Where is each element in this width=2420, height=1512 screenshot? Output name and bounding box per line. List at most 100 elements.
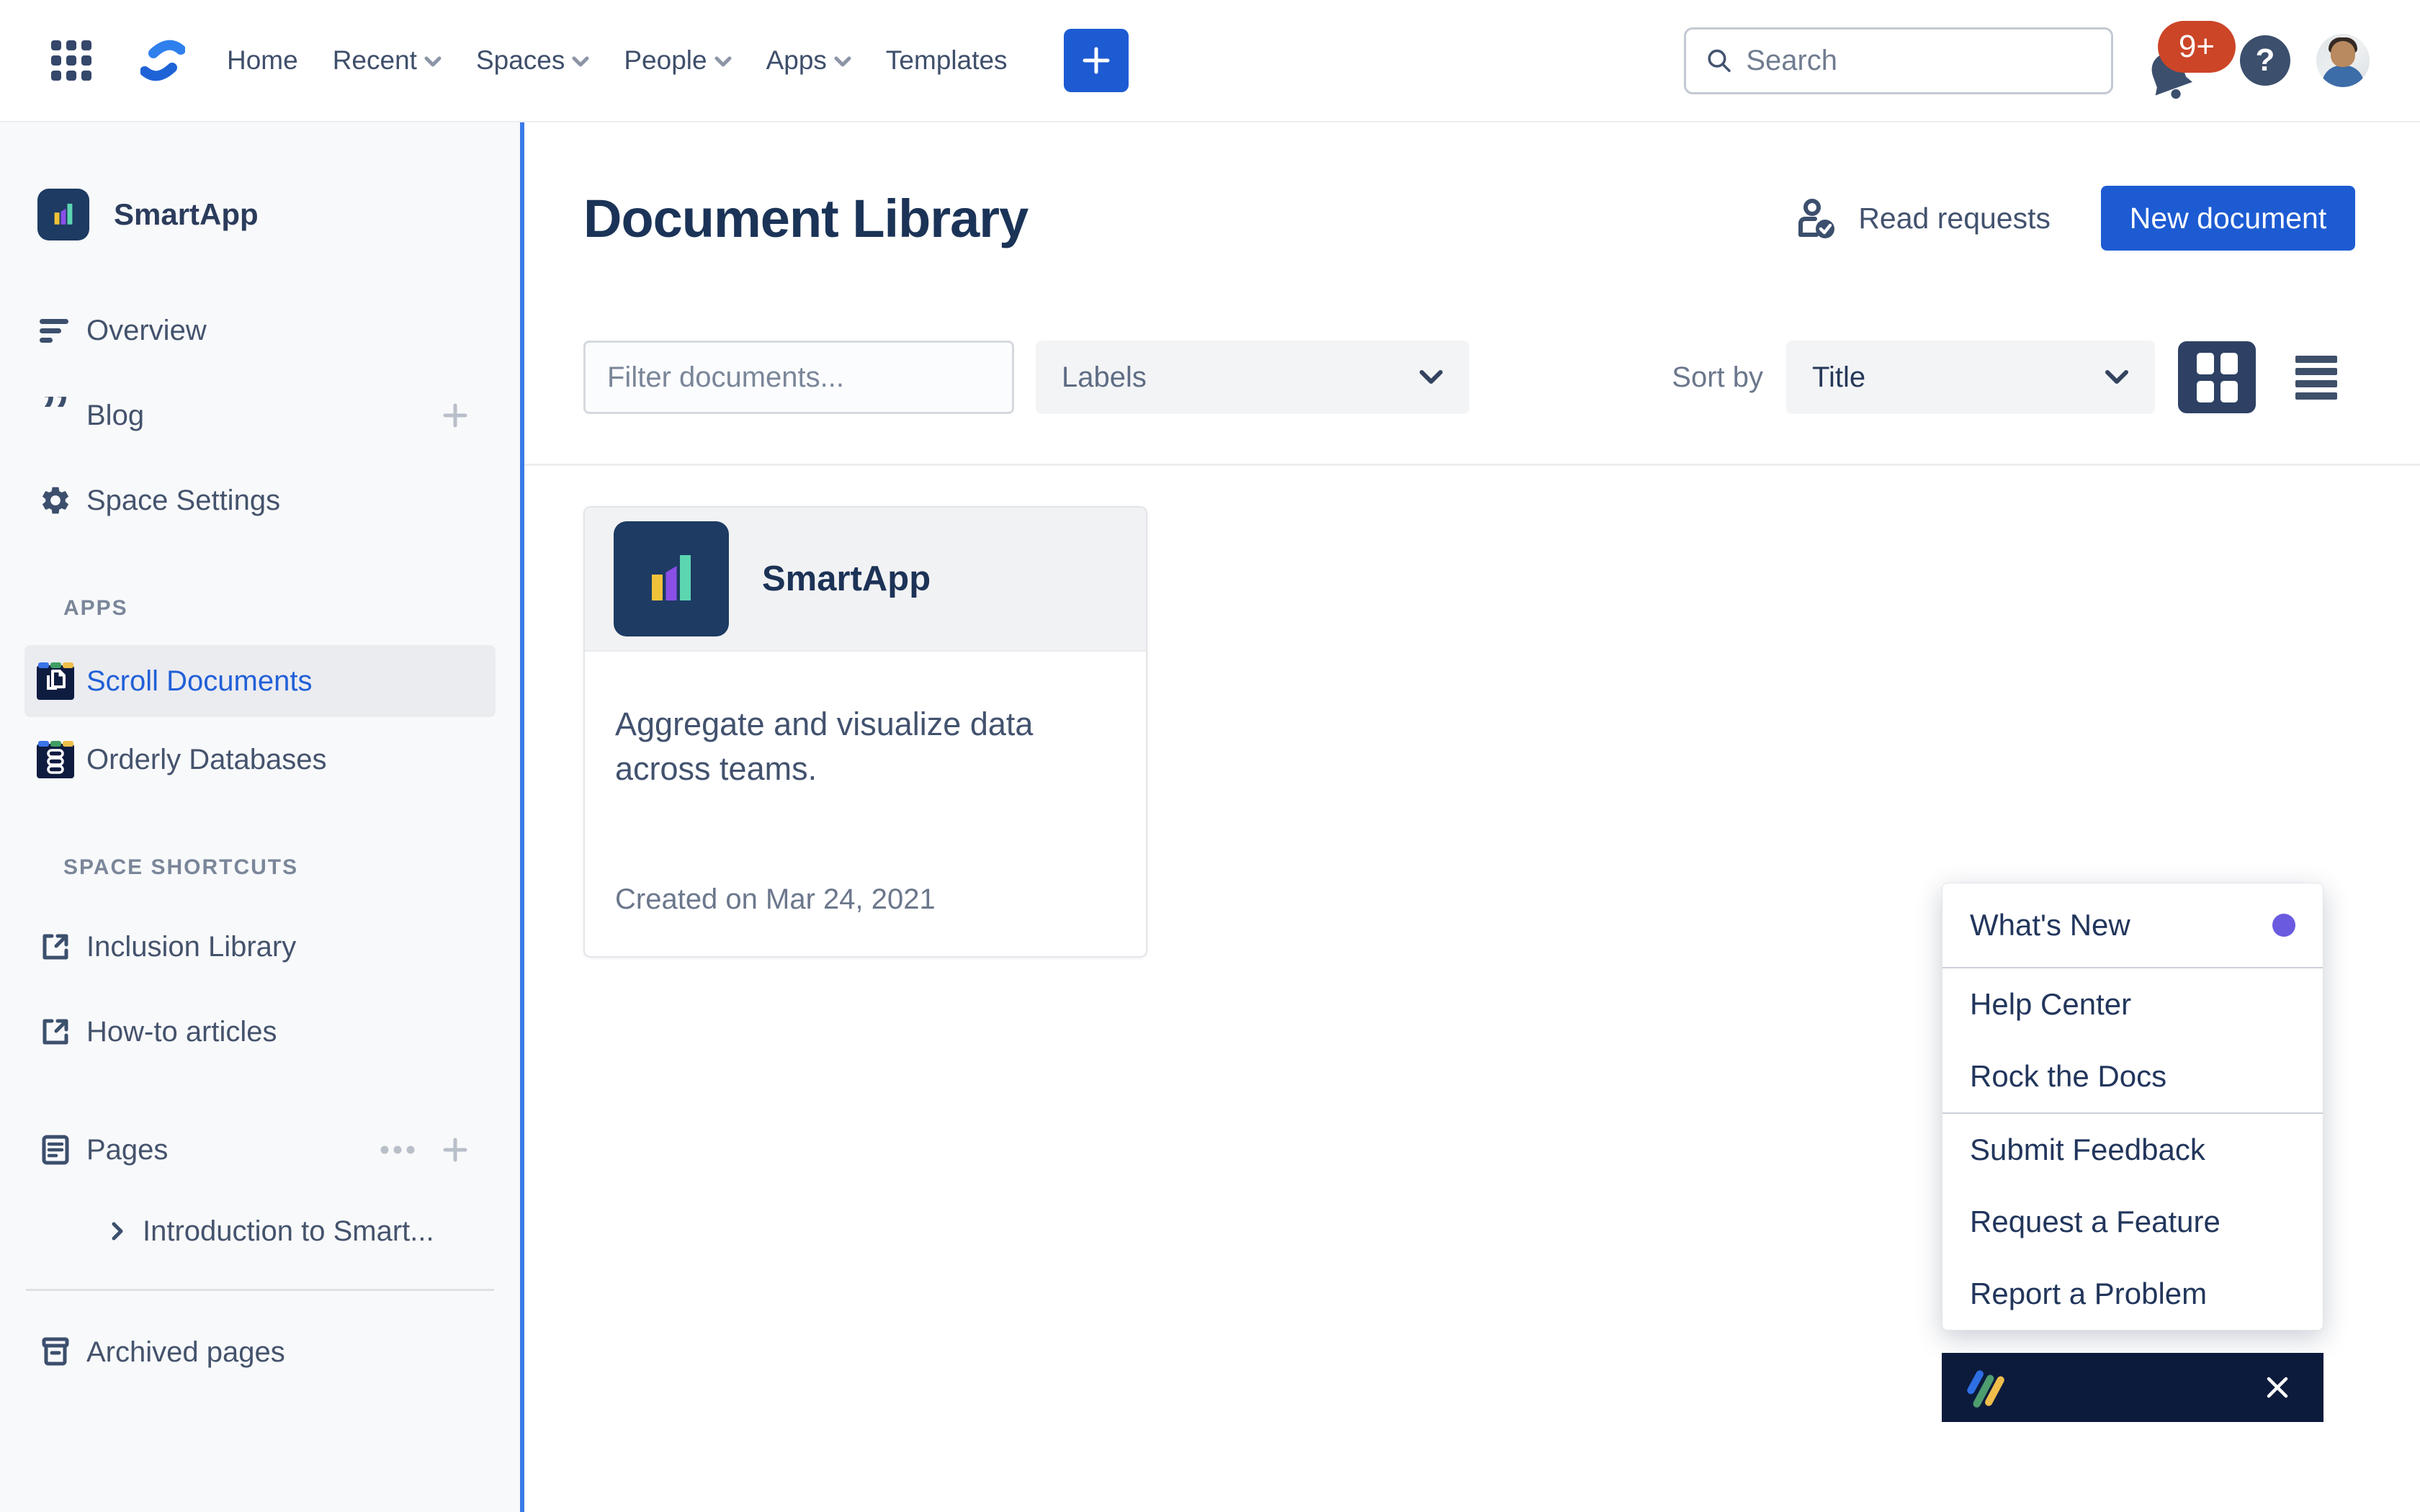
chevron-down-icon <box>2105 369 2129 385</box>
page-title: Document Library <box>583 188 1028 249</box>
search-input[interactable] <box>1746 45 2092 77</box>
chevron-down-icon <box>714 56 732 68</box>
labels-filter-dropdown[interactable]: Labels <box>1036 341 1469 414</box>
menu-item-label: Request a Feature <box>1970 1205 2220 1239</box>
read-requests-button[interactable]: Read requests <box>1795 197 2051 239</box>
grid-view-button[interactable] <box>2178 341 2256 413</box>
vendor-logo-icon <box>1960 1364 2008 1411</box>
sidebar-divider <box>26 1289 494 1291</box>
sidebar-item-howto-articles[interactable]: How-to articles <box>24 989 496 1074</box>
document-card-body: Aggregate and visualize data across team… <box>585 652 1146 958</box>
filter-documents-input[interactable] <box>583 341 1014 414</box>
list-view-button[interactable] <box>2295 356 2337 400</box>
avatar-face <box>2331 41 2355 67</box>
menu-item-whats-new[interactable]: What's New <box>1942 883 2323 967</box>
nav-templates[interactable]: Templates <box>886 45 1008 76</box>
archive-icon <box>24 1336 86 1369</box>
space-header[interactable]: SmartApp <box>0 189 520 240</box>
document-card-smartapp[interactable]: SmartApp Aggregate and visualize data ac… <box>583 506 1147 958</box>
external-link-icon <box>24 930 86 963</box>
vendor-banner <box>1942 1353 2323 1422</box>
scroll-documents-app-icon <box>24 661 86 701</box>
banner-close-button[interactable] <box>2259 1369 2296 1406</box>
person-check-icon <box>1795 197 1839 239</box>
document-card-title: SmartApp <box>762 559 931 599</box>
avatar-shirt <box>2322 66 2364 87</box>
document-card-created: Created on Mar 24, 2021 <box>615 883 936 916</box>
space-sidebar: SmartApp Overview ” Blog <box>0 122 524 1512</box>
menu-item-rock-the-docs[interactable]: Rock the Docs <box>1942 1040 2323 1112</box>
gear-icon <box>24 484 86 517</box>
top-navigation: Home Recent Spaces People Apps Templates <box>0 0 2420 122</box>
nav-spaces-label: Spaces <box>476 45 565 76</box>
new-indicator-dot <box>2272 914 2295 937</box>
page-tree-item-label: Introduction to Smart... <box>143 1215 434 1248</box>
space-logo-icon <box>37 189 89 240</box>
nav-home[interactable]: Home <box>227 45 298 76</box>
sidebar-item-label: Orderly Databases <box>86 744 470 776</box>
confluence-logo-icon[interactable] <box>140 40 185 81</box>
sort-dropdown[interactable]: Title <box>1786 341 2155 414</box>
chevron-down-icon <box>424 56 442 68</box>
search-icon <box>1705 45 1733 76</box>
notification-badge: 9+ <box>2158 21 2236 73</box>
space-name: SmartApp <box>114 197 259 232</box>
nav-people-label: People <box>624 45 707 76</box>
smartapp-icon <box>614 521 729 636</box>
sidebar-item-label: Pages <box>86 1134 379 1166</box>
read-requests-label: Read requests <box>1858 202 2051 235</box>
menu-item-label: What's New <box>1970 908 2130 942</box>
menu-item-report-problem[interactable]: Report a Problem <box>1942 1258 2323 1330</box>
chevron-down-icon <box>1419 369 1443 385</box>
sidebar-item-label: Overview <box>86 315 470 347</box>
app-switcher-icon[interactable] <box>47 36 96 85</box>
notifications-button[interactable]: 9+ <box>2139 21 2214 100</box>
user-avatar[interactable] <box>2316 34 2370 87</box>
sidebar-item-scroll-documents[interactable]: Scroll Documents <box>24 645 496 717</box>
chevron-right-icon[interactable] <box>111 1221 124 1241</box>
global-search[interactable] <box>1684 27 2113 94</box>
help-button[interactable]: ? <box>2240 35 2290 86</box>
sort-by-label: Sort by <box>1672 361 1763 394</box>
sidebar-item-pages[interactable]: Pages <box>24 1107 496 1192</box>
menu-item-request-feature[interactable]: Request a Feature <box>1942 1186 2323 1258</box>
sidebar-item-label: Archived pages <box>86 1336 470 1369</box>
nav-spaces[interactable]: Spaces <box>476 45 589 76</box>
question-mark-icon: ? <box>2256 42 2275 78</box>
sidebar-item-space-settings[interactable]: Space Settings <box>24 458 496 543</box>
more-icon[interactable] <box>379 1146 416 1154</box>
menu-item-help-center[interactable]: Help Center <box>1942 968 2323 1040</box>
sidebar-item-archived-pages[interactable]: Archived pages <box>24 1310 496 1395</box>
create-button[interactable] <box>1064 29 1129 92</box>
chevron-down-icon <box>834 56 851 68</box>
labels-filter-value: Labels <box>1062 361 1147 394</box>
chevron-down-icon <box>572 56 589 68</box>
menu-item-submit-feedback[interactable]: Submit Feedback <box>1942 1114 2323 1186</box>
nav-apps-label: Apps <box>766 45 827 76</box>
nav-apps[interactable]: Apps <box>766 45 851 76</box>
menu-item-label: Submit Feedback <box>1970 1133 2205 1167</box>
nav-home-label: Home <box>227 45 298 76</box>
orderly-databases-app-icon <box>24 739 86 780</box>
add-icon[interactable] <box>441 1135 470 1164</box>
sidebar-item-label: Scroll Documents <box>86 665 470 698</box>
sidebar-item-blog[interactable]: ” Blog <box>24 373 496 458</box>
sidebar-item-inclusion-library[interactable]: Inclusion Library <box>24 904 496 989</box>
document-card-description: Aggregate and visualize data across team… <box>615 702 1076 791</box>
nav-recent[interactable]: Recent <box>333 45 442 76</box>
grid-view-icon <box>2197 353 2238 402</box>
shortcuts-section-title: SPACE SHORTCUTS <box>0 855 520 880</box>
close-icon <box>2263 1373 2292 1402</box>
quote-icon: ” <box>24 397 86 434</box>
sidebar-item-label: Space Settings <box>86 485 470 517</box>
page-tree-item-introduction[interactable]: Introduction to Smart... <box>24 1192 496 1270</box>
sidebar-item-orderly-databases[interactable]: Orderly Databases <box>24 717 496 802</box>
add-icon[interactable] <box>441 401 470 430</box>
overview-icon <box>24 316 86 345</box>
document-card-header: SmartApp <box>585 508 1146 652</box>
new-document-button[interactable]: New document <box>2101 186 2355 251</box>
nav-people[interactable]: People <box>624 45 731 76</box>
sidebar-item-overview[interactable]: Overview <box>24 288 496 373</box>
help-popup-menu: What's New Help Center Rock the Docs Sub… <box>1942 883 2323 1331</box>
pages-icon <box>24 1133 86 1166</box>
